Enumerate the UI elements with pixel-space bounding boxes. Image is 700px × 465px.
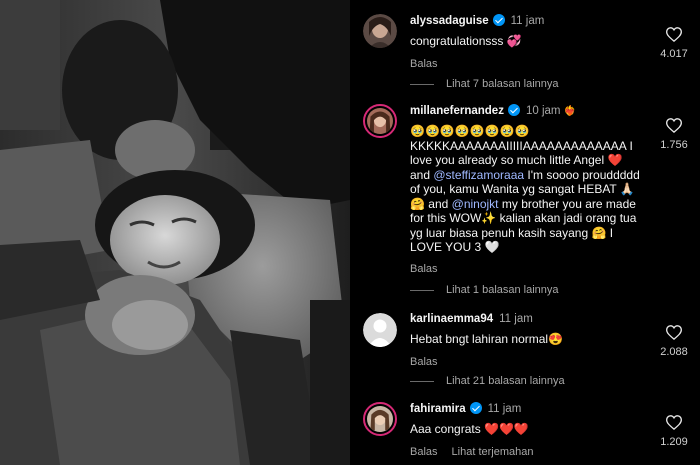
- divider: [410, 289, 434, 291]
- comment-text: congratulationsss 💞: [410, 34, 522, 48]
- avatar-image: [363, 14, 397, 48]
- post-photo: [0, 0, 350, 465]
- user-silhouette-icon: [363, 313, 397, 347]
- like-button[interactable]: 1.756: [648, 118, 700, 151]
- avatar[interactable]: [363, 14, 397, 48]
- comment-actions: Balas: [410, 356, 642, 368]
- comment-body: millanefernandez 10 jam ❤️‍🔥 🥹🥹🥹🥹🥹🥹🥹🥹 KKK…: [410, 104, 642, 275]
- heart-outline-icon: [666, 415, 682, 430]
- username[interactable]: millanefernandez: [410, 105, 504, 117]
- comment-header: karlinaemma94 11 jam: [410, 313, 642, 325]
- comment-header: alyssadaguise 11 jam: [410, 14, 642, 27]
- comments-panel: alyssadaguise 11 jam congratulationsss 💞 …: [350, 0, 700, 465]
- timestamp: 11 jam: [487, 403, 522, 415]
- comment-body: fahiramira 11 jam Aaa congrats ❤️❤️❤️ Bal…: [410, 402, 642, 458]
- username[interactable]: alyssadaguise: [410, 15, 489, 27]
- comment-header: fahiramira 11 jam: [410, 402, 642, 415]
- like-count: 4.017: [660, 48, 688, 60]
- comment-actions: Balas: [410, 263, 642, 275]
- avatar-image: [367, 406, 393, 432]
- view-replies-button[interactable]: Lihat 7 balasan lainnya: [410, 78, 559, 90]
- translate-button[interactable]: Lihat terjemahan: [452, 446, 534, 458]
- comment-body: alyssadaguise 11 jam congratulationsss 💞 …: [410, 14, 642, 70]
- reply-button[interactable]: Balas: [410, 58, 438, 70]
- heart-outline-icon: [666, 325, 682, 340]
- reply-button[interactable]: Balas: [410, 446, 438, 458]
- mention-link[interactable]: @steffizamoraaa: [433, 168, 524, 182]
- timestamp: 11 jam: [510, 15, 545, 27]
- family-photo-image: [0, 0, 350, 465]
- verified-badge-icon: [507, 104, 520, 116]
- timestamp: 10 jam: [525, 105, 561, 117]
- like-count: 2.088: [660, 346, 688, 358]
- avatar[interactable]: [363, 313, 397, 347]
- view-replies-label: Lihat 21 balasan lainnya: [446, 375, 565, 387]
- reply-button[interactable]: Balas: [410, 356, 438, 368]
- verified-badge-icon: [492, 14, 505, 26]
- comment-actions: Balas Lihat terjemahan: [410, 446, 642, 458]
- mention-link[interactable]: @ninojkt: [452, 197, 499, 211]
- view-replies-label: Lihat 7 balasan lainnya: [446, 78, 559, 90]
- verified-badge-icon: [469, 402, 482, 414]
- like-count: 1.756: [660, 139, 688, 151]
- like-count: 1.209: [660, 436, 688, 448]
- comment-body: karlinaemma94 11 jam Hebat bngt lahiran n…: [410, 313, 642, 368]
- avatar[interactable]: [363, 104, 397, 138]
- comment-text: Hebat bngt lahiran normal😍: [410, 332, 564, 346]
- view-replies-label: Lihat 1 balasan lainnya: [446, 284, 559, 296]
- divider: [410, 380, 434, 382]
- comment-text: 🥹🥹🥹🥹🥹🥹🥹🥹 KKKKKAAAAAAAIIIIIAAAAAAAAAAAAA …: [410, 124, 642, 255]
- comment-actions: Balas: [410, 58, 642, 70]
- like-button[interactable]: 1.209: [648, 415, 700, 448]
- emoji-row: 🥹🥹🥹🥹🥹🥹🥹🥹: [410, 124, 530, 138]
- heart-outline-icon: [666, 27, 682, 42]
- view-replies-button[interactable]: Lihat 1 balasan lainnya: [410, 284, 559, 296]
- time-emoji: ❤️‍🔥: [563, 106, 577, 117]
- username[interactable]: karlinaemma94: [410, 313, 493, 325]
- like-button[interactable]: 4.017: [648, 27, 700, 60]
- avatar[interactable]: [363, 402, 397, 436]
- comment-header: millanefernandez 10 jam ❤️‍🔥: [410, 104, 642, 117]
- timestamp: 11 jam: [499, 313, 533, 325]
- divider: [410, 83, 434, 85]
- username[interactable]: fahiramira: [410, 403, 466, 415]
- reply-button[interactable]: Balas: [410, 263, 438, 275]
- like-button[interactable]: 2.088: [648, 325, 700, 358]
- view-replies-button[interactable]: Lihat 21 balasan lainnya: [410, 375, 565, 387]
- heart-outline-icon: [666, 118, 682, 133]
- comment-text: Aaa congrats ❤️❤️❤️: [410, 422, 529, 436]
- avatar-image: [367, 108, 393, 134]
